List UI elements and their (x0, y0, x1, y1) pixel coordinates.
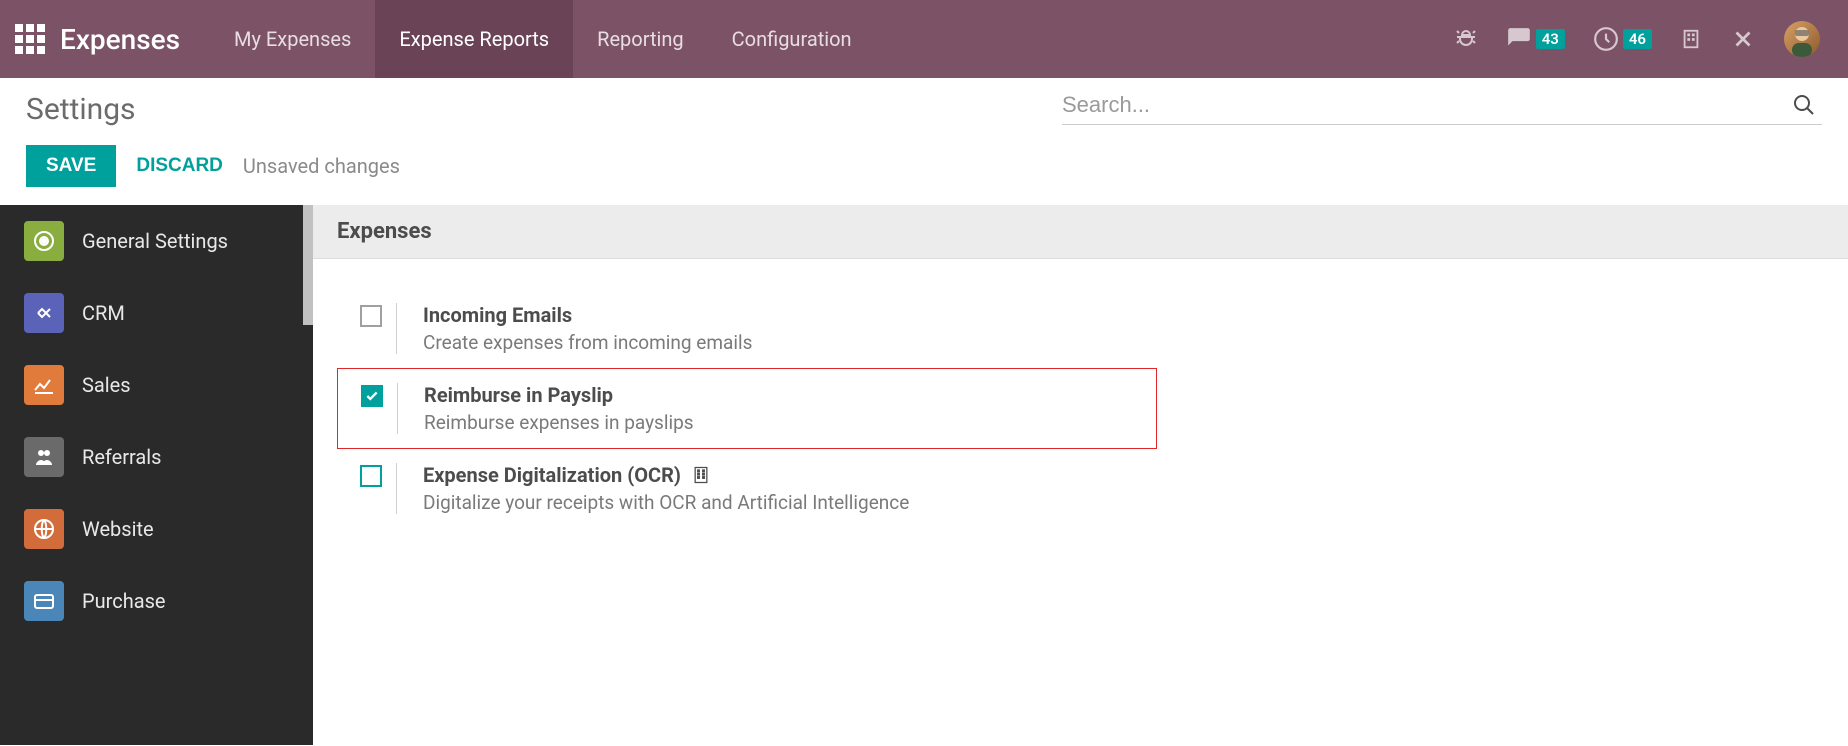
section-header: Expenses (313, 205, 1848, 259)
topnav-item-reporting[interactable]: Reporting (573, 0, 708, 78)
setting-checkbox[interactable] (360, 305, 382, 327)
discard-button[interactable]: DISCARD (136, 155, 223, 177)
sidebar-item-label: Referrals (82, 445, 161, 469)
control-panel: Settings (0, 78, 1848, 127)
sidebar-app-icon (24, 221, 64, 261)
sidebar-app-icon (24, 293, 64, 333)
sidebar-item-label: Purchase (82, 589, 166, 613)
sidebar-app-icon (24, 581, 64, 621)
unsaved-indicator: Unsaved changes (243, 154, 400, 178)
messages-icon[interactable]: 43 (1506, 26, 1565, 52)
top-navbar: Expenses My ExpensesExpense ReportsRepor… (0, 0, 1848, 78)
setting-row: Expense Digitalization (OCR) Digitalize y… (337, 449, 1157, 528)
sidebar-item-label: General Settings (82, 229, 228, 253)
setting-description: Create expenses from incoming emails (423, 331, 1157, 354)
settings-body-row: General Settings CRM Sales Referrals Website… (0, 205, 1848, 745)
sidebar-item-referrals[interactable]: Referrals (0, 421, 313, 493)
sidebar-item-crm[interactable]: CRM (0, 277, 313, 349)
settings-main: Expenses Incoming Emails Create expenses … (313, 205, 1848, 745)
activities-badge: 46 (1623, 29, 1652, 49)
messages-badge: 43 (1536, 29, 1565, 49)
sidebar-item-website[interactable]: Website (0, 493, 313, 565)
app-brand[interactable]: Expenses (60, 23, 210, 56)
apps-menu-button[interactable] (0, 24, 60, 54)
enterprise-icon (691, 465, 711, 485)
save-bar: SAVE DISCARD Unsaved changes (0, 127, 1848, 205)
search-icon[interactable] (1786, 93, 1822, 117)
apps-grid-icon (15, 24, 45, 54)
setting-title: Reimburse in Payslip (424, 383, 1156, 407)
page-title: Settings (26, 92, 136, 127)
setting-description: Reimburse expenses in payslips (424, 411, 1156, 434)
sidebar-item-purchase[interactable]: Purchase (0, 565, 313, 637)
search-input[interactable] (1062, 92, 1786, 118)
user-avatar[interactable] (1784, 21, 1820, 57)
tools-icon[interactable] (1730, 26, 1756, 52)
setting-title: Expense Digitalization (OCR) (423, 463, 1157, 487)
setting-row: Reimburse in Payslip Reimburse expenses i… (337, 368, 1157, 449)
scrollbar-thumb[interactable] (303, 205, 313, 325)
setting-title: Incoming Emails (423, 303, 1157, 327)
sidebar-app-icon (24, 509, 64, 549)
activities-icon[interactable]: 46 (1593, 26, 1652, 52)
debug-icon[interactable] (1454, 27, 1478, 51)
setting-checkbox[interactable] (360, 465, 382, 487)
sidebar-app-icon (24, 365, 64, 405)
sidebar-item-label: Sales (82, 373, 131, 397)
topnav-item-configuration[interactable]: Configuration (708, 0, 876, 78)
setting-row: Incoming Emails Create expenses from inco… (337, 289, 1157, 368)
setting-description: Digitalize your receipts with OCR and Ar… (423, 491, 1157, 514)
settings-sidebar: General Settings CRM Sales Referrals Website… (0, 205, 313, 745)
sidebar-item-label: Website (82, 517, 154, 541)
systray: 43 46 (1454, 21, 1848, 57)
search-container (1062, 92, 1822, 125)
sidebar-item-sales[interactable]: Sales (0, 349, 313, 421)
sidebar-app-icon (24, 437, 64, 477)
sidebar-item-general-settings[interactable]: General Settings (0, 205, 313, 277)
company-icon[interactable] (1680, 28, 1702, 50)
save-button[interactable]: SAVE (26, 145, 116, 187)
settings-list: Incoming Emails Create expenses from inco… (313, 259, 1848, 558)
topnav-menu: My ExpensesExpense ReportsReportingConfi… (210, 0, 876, 78)
topnav-item-expense-reports[interactable]: Expense Reports (375, 0, 573, 78)
topnav-item-my-expenses[interactable]: My Expenses (210, 0, 375, 78)
setting-checkbox[interactable] (361, 385, 383, 407)
sidebar-item-label: CRM (82, 301, 125, 325)
